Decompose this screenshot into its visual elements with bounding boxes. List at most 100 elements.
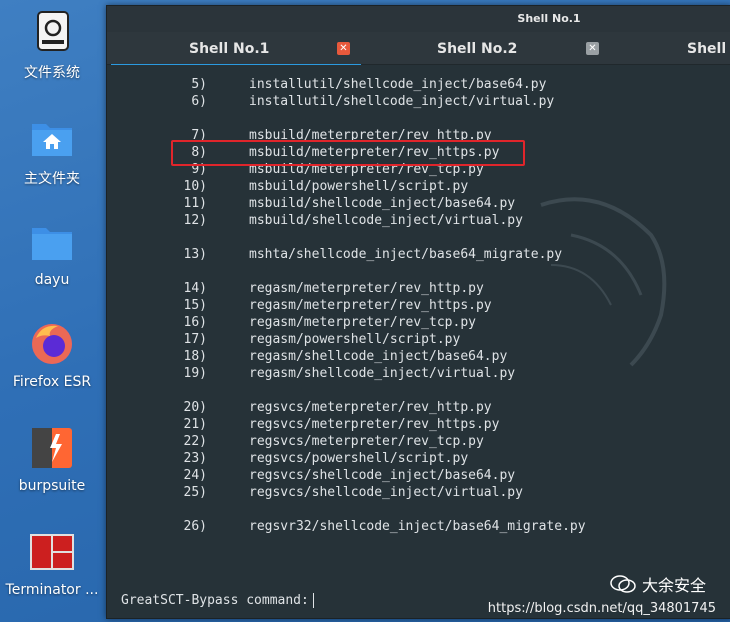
payload-path: regasm/meterpreter/rev_https.py bbox=[249, 298, 492, 313]
terminal-line: 13) mshta/shellcode_inject/base64_migrate… bbox=[107, 246, 707, 263]
desktop-icon-home[interactable]: 主文件夹 bbox=[0, 114, 104, 188]
payload-path: mshta/shellcode_inject/base64_migrate.py bbox=[249, 247, 563, 262]
tab-shell-1[interactable]: Shell No.1 ✕ bbox=[111, 32, 361, 67]
payload-path: regsvcs/shellcode_inject/base64.py bbox=[249, 468, 516, 483]
url-watermark: https://blog.csdn.net/qq_34801745 bbox=[487, 601, 716, 616]
option-number: 20) bbox=[183, 400, 207, 415]
terminal-window[interactable]: Shell No.1 Shell No.1 ✕ Shell No.2 ✕ She… bbox=[106, 5, 730, 619]
option-number: 10) bbox=[183, 179, 207, 194]
highlight-box bbox=[171, 140, 525, 166]
desktop-icon-filesystem[interactable]: 文件系统 bbox=[0, 8, 104, 82]
tab-shell-2[interactable]: Shell No.2 ✕ bbox=[361, 32, 611, 64]
burpsuite-icon bbox=[28, 424, 76, 472]
payload-path: regasm/shellcode_inject/base64.py bbox=[249, 349, 508, 364]
payload-path: regsvr32/shellcode_inject/base64_migrate… bbox=[249, 519, 586, 534]
option-number: 15) bbox=[183, 298, 207, 313]
option-number: 14) bbox=[183, 281, 207, 296]
terminal-line: 23) regsvcs/powershell/script.py bbox=[107, 450, 707, 467]
firefox-icon bbox=[28, 320, 76, 368]
option-number: 5) bbox=[191, 77, 207, 92]
text-cursor bbox=[312, 593, 314, 608]
window-title: Shell No.1 bbox=[517, 12, 581, 25]
payload-path: regsvcs/shellcode_inject/virtual.py bbox=[249, 485, 523, 500]
terminal-line: 20) regsvcs/meterpreter/rev_http.py bbox=[107, 399, 707, 416]
folder-icon bbox=[28, 218, 76, 266]
terminal-line: 15) regasm/meterpreter/rev_https.py bbox=[107, 297, 707, 314]
desktop-icon-label: 主文件夹 bbox=[24, 171, 80, 187]
tab-bar: Shell No.1 ✕ Shell No.2 ✕ Shell N bbox=[107, 32, 730, 67]
payload-path: regsvcs/meterpreter/rev_http.py bbox=[249, 400, 492, 415]
terminal-line: 24) regsvcs/shellcode_inject/base64.py bbox=[107, 467, 707, 484]
terminal-line: 14) regasm/meterpreter/rev_http.py bbox=[107, 280, 707, 297]
payload-path: installutil/shellcode_inject/virtual.py bbox=[249, 94, 555, 109]
desktop-icon-burpsuite[interactable]: burpsuite bbox=[0, 424, 104, 494]
terminal-line: 22) regsvcs/meterpreter/rev_tcp.py bbox=[107, 433, 707, 450]
option-number: 11) bbox=[183, 196, 207, 211]
terminal-line: 11) msbuild/shellcode_inject/base64.py bbox=[107, 195, 707, 212]
option-number: 17) bbox=[183, 332, 207, 347]
option-number: 24) bbox=[183, 468, 207, 483]
close-icon[interactable]: ✕ bbox=[337, 42, 350, 55]
terminal-line: 16) regasm/meterpreter/rev_tcp.py bbox=[107, 314, 707, 331]
option-number: 18) bbox=[183, 349, 207, 364]
payload-path: msbuild/powershell/script.py bbox=[249, 179, 469, 194]
option-number: 19) bbox=[183, 366, 207, 381]
payload-path: msbuild/shellcode_inject/virtual.py bbox=[249, 213, 523, 228]
option-number: 6) bbox=[191, 94, 207, 109]
terminal-line: 21) regsvcs/meterpreter/rev_https.py bbox=[107, 416, 707, 433]
terminal-line: 25) regsvcs/shellcode_inject/virtual.py bbox=[107, 484, 707, 501]
close-icon[interactable]: ✕ bbox=[586, 42, 599, 55]
desktop-icon-label: dayu bbox=[34, 272, 70, 288]
option-number: 21) bbox=[183, 417, 207, 432]
payload-path: regsvcs/meterpreter/rev_tcp.py bbox=[249, 434, 484, 449]
brand-watermark: 大余安全 bbox=[610, 572, 706, 596]
command-prompt[interactable]: GreatSCT-Bypass command: bbox=[121, 593, 314, 608]
terminator-icon bbox=[28, 528, 76, 576]
terminal-line: 18) regasm/shellcode_inject/base64.py bbox=[107, 348, 707, 365]
terminal-output[interactable]: 5) installutil/shellcode_inject/base64.py… bbox=[107, 65, 730, 618]
tab-label: Shell No.2 bbox=[437, 41, 518, 57]
option-number: 25) bbox=[183, 485, 207, 500]
payload-path: regasm/meterpreter/rev_http.py bbox=[249, 281, 484, 296]
option-number: 22) bbox=[183, 434, 207, 449]
desktop-icon-terminator[interactable]: Terminator ... bbox=[0, 528, 104, 598]
desktop-icon-label: 文件系统 bbox=[24, 65, 80, 81]
tab-shell-3[interactable]: Shell N bbox=[611, 32, 730, 64]
terminal-line: 19) regasm/shellcode_inject/virtual.py bbox=[107, 365, 707, 382]
wechat-icon bbox=[610, 575, 636, 593]
desktop-icon-dayu[interactable]: dayu bbox=[0, 218, 104, 288]
tab-label: Shell No.1 bbox=[189, 41, 270, 57]
drive-icon bbox=[28, 8, 76, 56]
option-number: 26) bbox=[183, 519, 207, 534]
window-titlebar[interactable]: Shell No.1 bbox=[107, 6, 730, 32]
tab-label: Shell N bbox=[687, 41, 727, 57]
payload-path: regasm/powershell/script.py bbox=[249, 332, 461, 347]
home-folder-icon bbox=[28, 114, 76, 162]
terminal-line: 10) msbuild/powershell/script.py bbox=[107, 178, 707, 195]
terminal-line: 5) installutil/shellcode_inject/base64.py bbox=[107, 76, 707, 93]
brand-text: 大余安全 bbox=[641, 576, 706, 595]
terminal-line: 6) installutil/shellcode_inject/virtual.p… bbox=[107, 93, 707, 110]
payload-path: installutil/shellcode_inject/base64.py bbox=[249, 77, 547, 92]
payload-path: regsvcs/powershell/script.py bbox=[249, 451, 469, 466]
terminal-line: 12) msbuild/shellcode_inject/virtual.py bbox=[107, 212, 707, 229]
payload-path: regasm/meterpreter/rev_tcp.py bbox=[249, 315, 476, 330]
desktop-icon-label: Firefox ESR bbox=[12, 374, 92, 390]
desktop-icon-firefox[interactable]: Firefox ESR bbox=[0, 320, 104, 390]
payload-path: regsvcs/meterpreter/rev_https.py bbox=[249, 417, 500, 432]
terminal-line: 26) regsvr32/shellcode_inject/base64_migr… bbox=[107, 518, 707, 535]
payload-path: msbuild/shellcode_inject/base64.py bbox=[249, 196, 516, 211]
terminal-line: 17) regasm/powershell/script.py bbox=[107, 331, 707, 348]
option-number: 16) bbox=[183, 315, 207, 330]
option-number: 12) bbox=[183, 213, 207, 228]
option-number: 23) bbox=[183, 451, 207, 466]
payload-path: regasm/shellcode_inject/virtual.py bbox=[249, 366, 516, 381]
desktop-icon-label: burpsuite bbox=[18, 478, 86, 494]
desktop-icon-label: Terminator ... bbox=[5, 582, 99, 598]
prompt-text: GreatSCT-Bypass command: bbox=[121, 593, 309, 608]
